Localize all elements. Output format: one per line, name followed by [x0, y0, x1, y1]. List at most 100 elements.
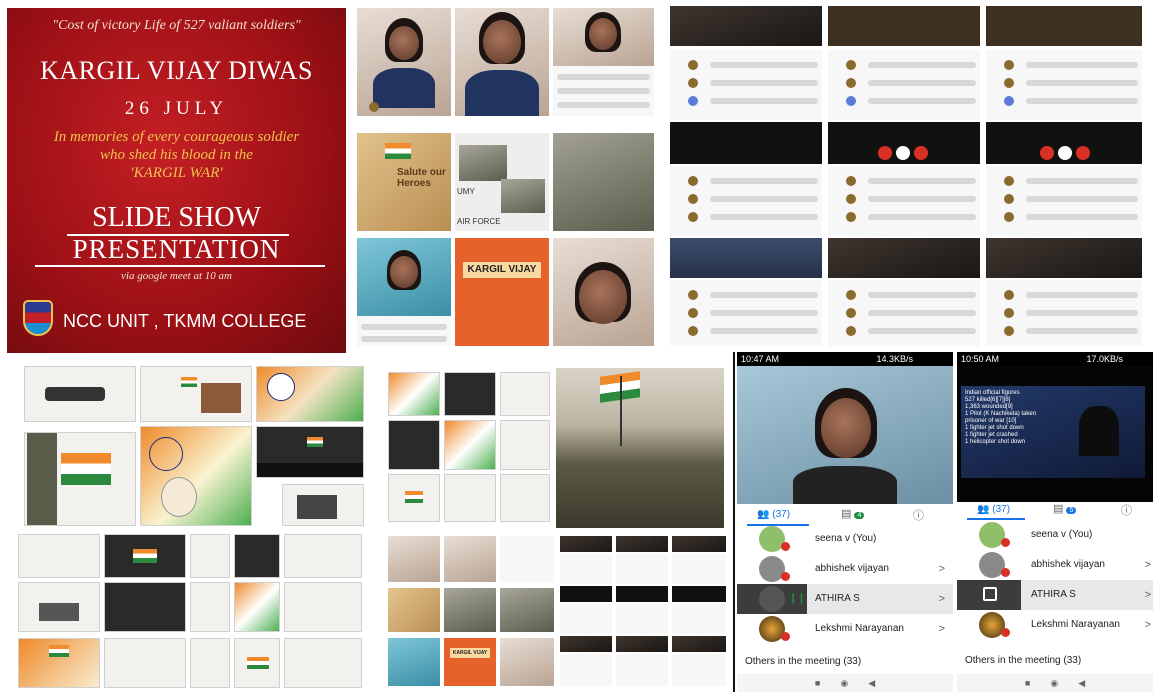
mini-drawing: [444, 372, 496, 416]
people-icon: 👥: [977, 504, 990, 515]
chat-tab[interactable]: ▤ 4: [841, 507, 865, 520]
collage-divider: [733, 352, 735, 692]
people-count: (37): [992, 504, 1011, 515]
nav-back-icon[interactable]: ◀: [868, 678, 875, 688]
video-tile: [553, 238, 654, 346]
phone-screenshot-1: 10:47 AM 14.3KB/s 👥 (37) ▤ 4 ⓘ seena v (…: [737, 352, 953, 692]
chat-tab[interactable]: ▤ 5: [1053, 502, 1077, 515]
participant-name: abhishek vijayan: [1031, 559, 1105, 570]
phone-screenshot-2: 10:50 AM 17.0KB/s Indian official figure…: [957, 352, 1153, 692]
drawing-silhouette-2: [104, 582, 186, 632]
event-poster: "Cost of victory Life of 527 valiant sol…: [7, 8, 346, 353]
others-in-meeting-header: Others in the meeting (33): [965, 655, 1082, 666]
shared-slide-video: Indian official figures 527 killed[6][7]…: [957, 366, 1153, 502]
statistics-slide: Indian official figures 527 killed[6][7]…: [961, 386, 1145, 478]
chevron-right-icon[interactable]: >: [1145, 589, 1151, 601]
participant-name: ATHIRA S: [815, 593, 860, 604]
video-tile: [357, 8, 451, 116]
poster-presentation: PRESENTATION: [72, 234, 281, 264]
chevron-right-icon[interactable]: >: [939, 563, 945, 575]
speaking-icon: ❙❙: [789, 593, 806, 604]
drawing-soldiers-flag: [24, 366, 136, 422]
mini-meet-collage: KARGIL VIJAY: [388, 536, 554, 686]
meet-screens-collage-2: [670, 6, 1150, 346]
chat-badge: 5: [1066, 507, 1077, 514]
status-network-speed: 17.0KB/s: [1086, 354, 1123, 364]
people-tab[interactable]: 👥 (37): [757, 509, 790, 520]
nav-recents-icon[interactable]: ■: [815, 678, 820, 688]
status-time: 10:50 AM: [961, 354, 1000, 364]
android-nav-bar: ■ ◉ ◀: [957, 674, 1153, 692]
drawing-small-6: [284, 582, 362, 632]
video-tile: [455, 8, 549, 116]
info-icon[interactable]: ⓘ: [1121, 502, 1132, 518]
chat-icon: ▤: [841, 508, 852, 520]
poster-quote: "Cost of victory Life of 527 valiant sol…: [52, 18, 301, 33]
drawing-small-7: [190, 638, 230, 688]
drawing-poem-1: [18, 534, 100, 578]
poster-date: 26 JULY: [124, 98, 229, 119]
participant-row[interactable]: seena v (You): [737, 524, 953, 554]
drawings-collage: [18, 366, 366, 688]
kargil-vijay-title: KARGIL VIJAY: [463, 262, 541, 278]
nav-home-icon[interactable]: ◉: [840, 678, 848, 688]
poster-via-google-meet: via google meet at 10 am: [121, 270, 232, 282]
soldier-silhouette: [1079, 406, 1119, 456]
participant-row[interactable]: Lekshmi Narayanan >: [737, 614, 953, 644]
drawing-flag-tank: [24, 432, 136, 526]
slide-line: 1,363 wounded[9]: [965, 404, 1013, 410]
participant-row[interactable]: Lekshmi Narayanan >: [957, 610, 1153, 640]
participant-name: seena v (You): [1031, 529, 1093, 540]
army-label: UMY: [457, 187, 475, 196]
mini-meet-grid: [560, 536, 726, 686]
mini-drawing: [444, 474, 496, 522]
info-icon[interactable]: ⓘ: [913, 507, 924, 523]
drawing-small-9: [284, 638, 362, 688]
muted-mic-icon: [781, 632, 790, 641]
slide-tile-salute: Salute our Heroes: [357, 123, 451, 231]
chevron-right-icon[interactable]: >: [1145, 559, 1151, 571]
drawing-small-2: [234, 534, 280, 578]
people-count: (37): [772, 509, 791, 520]
participant-row[interactable]: ❙❙ ATHIRA S >: [737, 584, 953, 614]
status-time: 10:47 AM: [741, 354, 780, 364]
chevron-right-icon[interactable]: >: [939, 623, 945, 635]
status-bar: 10:47 AM 14.3KB/s: [737, 352, 953, 366]
drawing-salute: [282, 484, 364, 526]
speaker-video: [737, 366, 953, 504]
mini-drawing: [388, 474, 440, 522]
ncc-emblem-icon: [23, 300, 53, 336]
chevron-right-icon[interactable]: >: [1145, 619, 1151, 631]
participant-name: abhishek vijayan: [815, 563, 889, 574]
drawing-chakra: [256, 366, 364, 422]
poster-underline-2: [35, 265, 325, 267]
participant-row[interactable]: abhishek vijayan >: [957, 550, 1153, 580]
chat-icon: ▤: [1053, 503, 1064, 515]
drawing-flag-dark: [104, 534, 186, 578]
chevron-right-icon[interactable]: >: [939, 593, 945, 605]
participant-row[interactable]: abhishek vijayan >: [737, 554, 953, 584]
muted-mic-icon: [1001, 538, 1010, 547]
status-bar: 10:50 AM 17.0KB/s: [957, 352, 1153, 366]
nav-recents-icon[interactable]: ■: [1025, 678, 1030, 688]
nav-back-icon[interactable]: ◀: [1078, 678, 1085, 688]
slide-tile-soldiers: [553, 123, 654, 231]
drawing-small-3: [284, 534, 362, 578]
drawing-small-1: [190, 534, 230, 578]
salute-heroes-text: Salute our Heroes: [397, 167, 446, 189]
muted-mic-icon: [1001, 568, 1010, 577]
composite-collage: KARGIL VIJAY: [388, 366, 726, 688]
people-tab[interactable]: 👥 (37): [977, 504, 1010, 515]
drawing-small-8: [234, 638, 280, 688]
air-force-label: AIR FORCE: [457, 217, 501, 226]
participant-row[interactable]: ATHIRA S >: [957, 580, 1153, 610]
drawing-gandhi: [140, 426, 252, 526]
participant-name: Lekshmi Narayanan: [1031, 619, 1120, 630]
participant-row[interactable]: seena v (You): [957, 520, 1153, 550]
poster-memory-text: In memories of every courageous soldier …: [37, 128, 316, 182]
nav-home-icon[interactable]: ◉: [1050, 678, 1058, 688]
poster-slide-show: SLIDE SHOW: [92, 202, 261, 233]
slide-line: Indian official figures: [965, 390, 1020, 396]
drawing-poem-2: [104, 638, 186, 688]
others-in-meeting-header: Others in the meeting (33): [745, 656, 862, 667]
